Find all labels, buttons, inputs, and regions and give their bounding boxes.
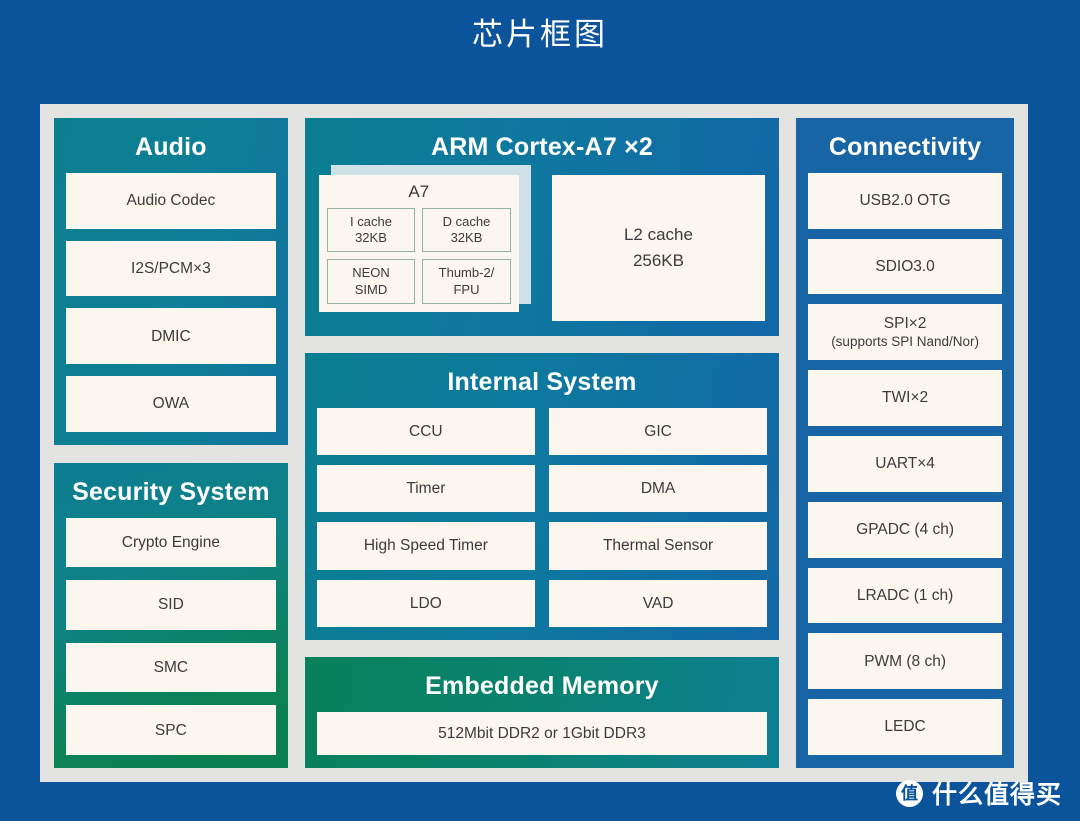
connectivity-item-label: LEDC [884,718,926,736]
a7-unit-line2: 32KB [450,230,483,245]
internal-item-gic[interactable]: GIC [548,407,768,456]
a7-unit-line2: 32KB [355,230,387,245]
internal-item-high-speed-timer[interactable]: High Speed Timer [316,522,535,570]
connectivity-item-pwm[interactable]: PWM (8 ch) [808,633,1002,690]
a7-core-label: A7 [408,181,430,201]
internal-system-block: Internal System CCU GIC Timer DMA High S… [304,353,780,640]
internal-item-label: Thermal Sensor [602,537,714,555]
smzdm-watermark: 值 什么值得买 [895,775,1062,811]
a7-core-units-grid: I cache 32KB D cache 32KB NEON SIMD Thum… [326,207,511,304]
smzdm-logo-icon: 值 [895,779,923,807]
a7-unit-line1: I cache [350,213,392,229]
page-title: 芯片框图 [472,17,608,52]
audio-item-label: I2S/PCM×3 [131,259,211,277]
internal-item-label: Timer [406,480,446,498]
internal-item-label: GIC [644,422,672,440]
left-column: Audio Audio Codec I2S/PCM×3 DMIC OWA Sec… [54,118,288,768]
a7-unit-line2: FPU [453,281,480,297]
audio-item-label: Audio Codec [126,191,216,209]
connectivity-item-lradc[interactable]: LRADC (1 ch) [808,567,1002,624]
connectivity-item-label: LRADC (1 ch) [856,586,954,604]
a7-unit-line1: D cache [442,213,491,229]
security-item-label: SMC [153,658,189,676]
audio-block-title: Audio [134,133,207,161]
connectivity-block-title: Connectivity [828,133,982,161]
a7-core-stack: A7 I cache 32KB D cache 32KB NEON SIMD T… [318,164,531,323]
connectivity-block: Connectivity USB2.0 OTG SDIO3.0 SPI×2 (s… [796,118,1014,768]
internal-item-label: CCU [409,422,443,440]
security-item-label: SPC [154,721,187,739]
arm-block-body: A7 I cache 32KB D cache 32KB NEON SIMD T… [317,164,767,323]
audio-item-audio-codec[interactable]: Audio Codec [66,172,276,229]
security-item-label: Crypto Engine [121,533,220,551]
security-item-crypto-engine[interactable]: Crypto Engine [66,517,276,568]
internal-item-vad[interactable]: VAD [548,579,768,627]
security-item-label: SID [157,596,184,614]
connectivity-item-uart[interactable]: UART×4 [808,436,1002,492]
internal-system-grid: CCU GIC Timer DMA High Speed Timer Therm… [316,407,768,627]
connectivity-item-label: SPI×2 [883,315,927,333]
connectivity-item-label: SDIO3.0 [875,257,935,275]
a7-core-card[interactable]: A7 I cache 32KB D cache 32KB NEON SIMD T… [318,174,519,312]
security-item-sid[interactable]: SID [66,580,276,630]
chip-block-diagram: Audio Audio Codec I2S/PCM×3 DMIC OWA Sec… [40,104,1028,782]
internal-item-ccu[interactable]: CCU [316,407,535,456]
security-system-block: Security System Crypto Engine SID SMC SP… [54,463,288,768]
internal-item-ldo[interactable]: LDO [316,579,535,627]
l2-cache-line2: 256KB [632,250,684,270]
internal-item-label: LDO [409,594,442,612]
audio-block: Audio Audio Codec I2S/PCM×3 DMIC OWA [54,118,288,445]
internal-item-label: High Speed Timer [363,537,488,555]
connectivity-item-gpadc[interactable]: GPADC (4 ch) [808,501,1002,558]
internal-item-dma[interactable]: DMA [548,465,768,513]
a7-unit-i-cache[interactable]: I cache 32KB [326,207,416,253]
a7-unit-line1: Thumb-2/ [438,265,495,281]
connectivity-item-usb[interactable]: USB2.0 OTG [808,172,1002,229]
audio-item-label: DMIC [151,327,191,345]
connectivity-item-label: GPADC (4 ch) [856,521,955,539]
internal-item-timer[interactable]: Timer [316,465,535,513]
audio-item-i2s-pcm[interactable]: I2S/PCM×3 [66,240,276,297]
connectivity-item-label: TWI×2 [882,389,929,407]
middle-column: ARM Cortex-A7 ×2 A7 I cache 32KB D cache [304,118,780,768]
memory-item-label: 512Mbit DDR2 or 1Gbit DDR3 [438,724,646,742]
connectivity-item-ledc[interactable]: LEDC [808,699,1002,756]
connectivity-item-label: PWM (8 ch) [864,652,946,670]
internal-item-thermal-sensor[interactable]: Thermal Sensor [548,522,768,570]
a7-unit-line2: SIMD [354,281,388,297]
internal-item-label: DMA [640,480,676,498]
memory-item-ddr[interactable]: 512Mbit DDR2 or 1Gbit DDR3 [316,711,768,755]
internal-system-block-title: Internal System [447,368,637,396]
connectivity-item-sdio[interactable]: SDIO3.0 [808,238,1002,295]
security-item-smc[interactable]: SMC [66,642,276,693]
audio-item-dmic[interactable]: DMIC [66,308,276,365]
l2-cache-line1: L2 cache [623,224,693,244]
embedded-memory-block: Embedded Memory 512Mbit DDR2 or 1Gbit DD… [304,657,780,768]
connectivity-item-sublabel: (supports SPI Nand/Nor) [831,333,979,349]
security-item-spc[interactable]: SPC [66,705,276,755]
connectivity-item-spi[interactable]: SPI×2 (supports SPI Nand/Nor) [808,304,1002,361]
security-system-block-title: Security System [72,478,270,506]
embedded-memory-block-title: Embedded Memory [425,672,659,700]
audio-item-owa[interactable]: OWA [66,376,276,432]
arm-cortex-a7-block: ARM Cortex-A7 ×2 A7 I cache 32KB D cache [304,118,780,336]
l2-cache-cell[interactable]: L2 cache 256KB [551,174,766,321]
connectivity-item-label: UART×4 [875,455,935,473]
a7-unit-thumb2-fpu[interactable]: Thumb-2/ FPU [422,259,511,304]
audio-item-label: OWA [152,395,190,413]
connectivity-item-twi[interactable]: TWI×2 [808,370,1002,426]
internal-item-label: VAD [642,594,674,612]
connectivity-item-label: USB2.0 OTG [859,191,951,209]
a7-unit-d-cache[interactable]: D cache 32KB [422,207,511,253]
a7-unit-neon-simd[interactable]: NEON SIMD [326,259,416,304]
smzdm-watermark-text: 什么值得买 [931,781,1062,809]
a7-unit-line1: NEON [352,265,390,281]
